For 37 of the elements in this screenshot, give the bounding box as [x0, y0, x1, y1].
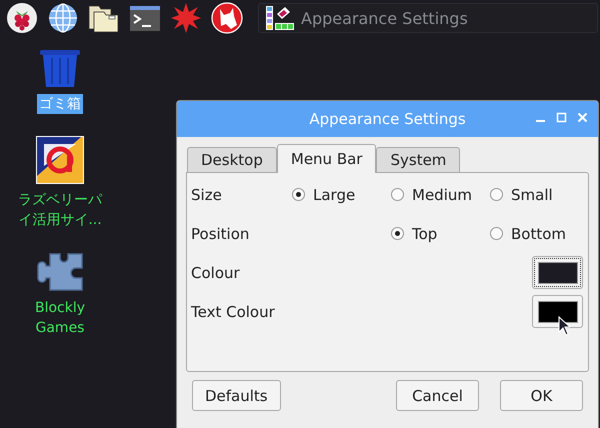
setting-label: Size — [191, 186, 223, 204]
desktop-icon-label[interactable]: ラズベリーパイ活用サイ... — [16, 190, 104, 230]
setting-label: Position — [191, 224, 250, 242]
window-title: Appearance Settings — [308, 110, 467, 128]
raspberry-icon[interactable] — [6, 2, 38, 34]
radio-option[interactable]: Bottom — [490, 224, 583, 242]
radio-option[interactable]: Top — [391, 224, 490, 242]
globe-icon[interactable] — [47, 2, 79, 34]
maximize-icon[interactable] — [556, 112, 567, 123]
dialog-button[interactable]: Cancel — [396, 380, 479, 411]
close-icon[interactable] — [577, 112, 588, 123]
mouse-pointer-icon — [558, 316, 570, 336]
setting-label: Colour — [191, 264, 241, 282]
radio-button[interactable] — [391, 227, 404, 240]
starburst-icon[interactable] — [170, 2, 202, 34]
radio-option[interactable]: Large — [292, 186, 391, 204]
dialog-button[interactable]: OK — [500, 380, 583, 411]
tab[interactable]: Menu Bar — [276, 144, 376, 173]
setting-label: Text Colour — [191, 302, 276, 320]
task-button[interactable]: Appearance Settings — [258, 3, 598, 33]
trash-can-icon — [39, 50, 81, 88]
animal-head-icon[interactable] — [211, 2, 243, 34]
desktop-icon-label[interactable]: Blockly Games — [16, 298, 104, 338]
app-icon — [36, 136, 84, 184]
radio-button[interactable] — [490, 227, 503, 240]
radio-button[interactable] — [490, 188, 503, 201]
radio-button[interactable] — [292, 188, 305, 201]
palette-icon — [265, 5, 295, 31]
colour-button[interactable] — [532, 295, 583, 328]
tab[interactable]: Desktop — [187, 147, 277, 172]
radio-option[interactable]: Medium — [391, 186, 490, 204]
radio-option[interactable]: Small — [490, 186, 583, 204]
colour-button[interactable] — [532, 256, 583, 289]
dialog-button[interactable]: Defaults — [192, 380, 281, 411]
tab[interactable]: System — [376, 147, 460, 172]
puzzle-piece-icon — [36, 252, 84, 292]
radio-button[interactable] — [391, 188, 404, 201]
